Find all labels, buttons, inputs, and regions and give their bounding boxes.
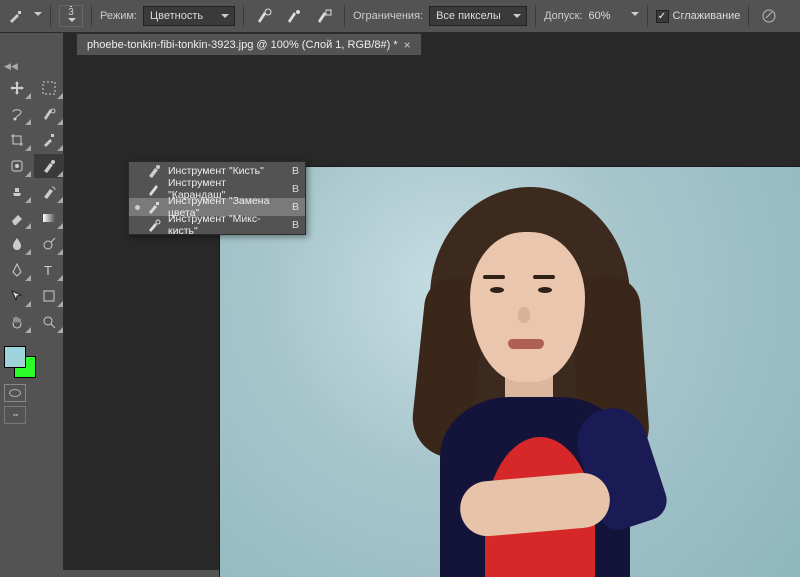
- screen-mode-button[interactable]: ▫▫▫: [4, 406, 26, 424]
- dodge-tool[interactable]: [34, 232, 64, 256]
- flyout-item-shortcut: B: [292, 165, 299, 177]
- hand-tool[interactable]: [2, 310, 32, 334]
- brush-tool-flyout: Инструмент "Кисть"BИнструмент "Карандаш"…: [128, 161, 306, 235]
- quick-select-tool[interactable]: [34, 102, 64, 126]
- spot-heal-tool[interactable]: [2, 154, 32, 178]
- marquee-tool[interactable]: [34, 76, 64, 100]
- image-content: [370, 187, 700, 577]
- document-area: phoebe-tonkin-fibi-tonkin-3923.jpg @ 100…: [64, 33, 800, 570]
- document-tab-title: phoebe-tonkin-fibi-tonkin-3923.jpg @ 100…: [87, 39, 398, 51]
- clone-stamp-tool[interactable]: [2, 180, 32, 204]
- mixer-brush-icon: [146, 217, 162, 233]
- flyout-item-shortcut: B: [292, 201, 299, 213]
- canvas[interactable]: [220, 167, 800, 577]
- close-tab-icon[interactable]: ×: [404, 38, 411, 52]
- zoom-tool[interactable]: [34, 310, 64, 334]
- blur-tool[interactable]: [2, 232, 32, 256]
- pencil-icon: [146, 181, 162, 197]
- flyout-item-label: Инструмент "Кисть": [168, 165, 286, 177]
- eraser-tool[interactable]: [2, 206, 32, 230]
- color-swatches[interactable]: [4, 346, 36, 378]
- flyout-item-shortcut: B: [292, 219, 299, 231]
- gradient-tool[interactable]: [34, 206, 64, 230]
- move-tool[interactable]: [2, 76, 32, 100]
- tools-panel: ◀◀ T ▫▫▫: [0, 33, 64, 570]
- brush-icon: [146, 163, 162, 179]
- type-tool[interactable]: T: [34, 258, 64, 282]
- selected-dot-icon: [135, 205, 140, 210]
- main-area: ◀◀ T ▫▫▫ phoebe-tonkin-fibi-tonkin-3923.…: [0, 33, 800, 570]
- shape-tool[interactable]: [34, 284, 64, 308]
- quick-mask-toggle[interactable]: [4, 384, 26, 402]
- lasso-tool[interactable]: [2, 102, 32, 126]
- color-replace-icon: [146, 199, 162, 215]
- flyout-item-shortcut: B: [292, 183, 299, 195]
- flyout-item-3[interactable]: Инструмент "Микс-кисть" B: [129, 216, 305, 234]
- document-tab[interactable]: phoebe-tonkin-fibi-tonkin-3923.jpg @ 100…: [76, 33, 422, 55]
- svg-text:T: T: [44, 263, 52, 278]
- path-select-tool[interactable]: [2, 284, 32, 308]
- collapse-tools-icon[interactable]: ◀◀: [4, 61, 18, 72]
- crop-tool[interactable]: [2, 128, 32, 152]
- eyedropper-tool[interactable]: [34, 128, 64, 152]
- foreground-color-swatch[interactable]: [4, 346, 26, 368]
- history-brush-tool[interactable]: [34, 180, 64, 204]
- brush-tool[interactable]: [34, 154, 64, 178]
- flyout-item-label: Инструмент "Микс-кисть": [168, 213, 286, 237]
- pen-tool[interactable]: [2, 258, 32, 282]
